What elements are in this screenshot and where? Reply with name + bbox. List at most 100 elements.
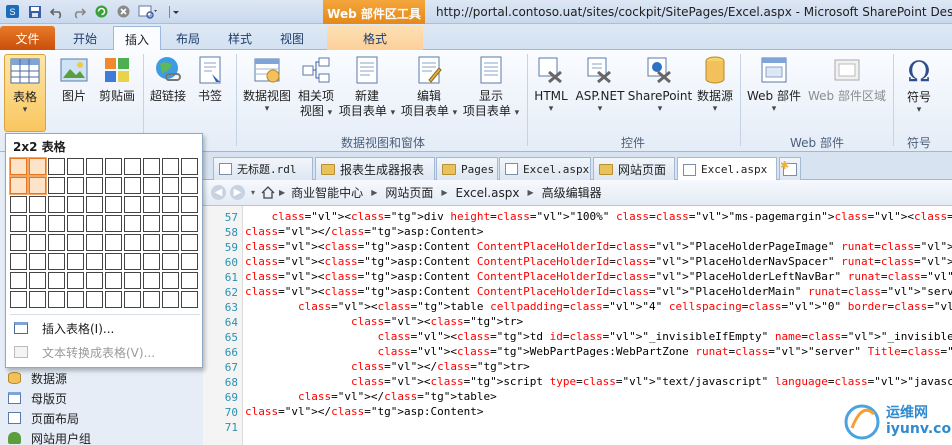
- table-grid-cell[interactable]: [86, 196, 103, 213]
- refresh-icon[interactable]: [93, 3, 110, 20]
- table-grid-cell[interactable]: [67, 215, 84, 232]
- table-grid-cell[interactable]: [48, 196, 65, 213]
- table-grid-cell[interactable]: [10, 196, 27, 213]
- table-grid-cell[interactable]: [86, 177, 103, 194]
- table-grid-cell[interactable]: [105, 272, 122, 289]
- tab-style[interactable]: 样式: [217, 26, 263, 50]
- table-grid-cell[interactable]: [143, 177, 160, 194]
- table-grid-cell[interactable]: [29, 196, 46, 213]
- web-part-button[interactable]: Web 部件 ▾: [744, 54, 804, 132]
- table-grid-cell[interactable]: [181, 215, 198, 232]
- convert-text-to-table-menu-item[interactable]: 文本转换成表格(V)...: [10, 341, 200, 363]
- app-icon[interactable]: S: [4, 3, 21, 20]
- preview-browser-icon[interactable]: [137, 3, 161, 20]
- table-grid-cell[interactable]: [9, 176, 28, 195]
- breadcrumb-item[interactable]: 商业智能中心: [291, 184, 363, 201]
- table-grid-cell[interactable]: [48, 158, 65, 175]
- nav-item-data-sources[interactable]: 数据源: [0, 368, 203, 388]
- table-grid-cell[interactable]: [181, 253, 198, 270]
- tab-insert[interactable]: 插入: [113, 26, 161, 51]
- table-button[interactable]: 表格 ▾: [4, 54, 46, 132]
- table-grid-cell[interactable]: [10, 291, 27, 308]
- breadcrumb-item[interactable]: Excel.aspx: [456, 186, 520, 200]
- table-grid-cell[interactable]: [162, 215, 179, 232]
- table-grid-cell[interactable]: [162, 234, 179, 251]
- table-grid-cell[interactable]: [143, 272, 160, 289]
- table-grid-cell[interactable]: [86, 272, 103, 289]
- table-grid-cell[interactable]: [181, 272, 198, 289]
- table-grid-cell[interactable]: [143, 215, 160, 232]
- insert-table-menu-item[interactable]: 插入表格(I)...: [10, 317, 200, 339]
- doc-tab-report-builder[interactable]: 报表生成器报表: [315, 157, 435, 180]
- breadcrumb-item[interactable]: 网站页面: [385, 184, 433, 201]
- table-grid-cell[interactable]: [67, 272, 84, 289]
- edit-item-form-button[interactable]: 编辑 项目表单 ▾: [398, 54, 460, 132]
- table-grid-cell[interactable]: [162, 291, 179, 308]
- table-grid-cell[interactable]: [143, 196, 160, 213]
- table-grid-cell[interactable]: [105, 253, 122, 270]
- symbol-button[interactable]: Ω 符号 ▾: [898, 54, 940, 132]
- breadcrumb-item[interactable]: 高级编辑器: [542, 184, 602, 201]
- table-grid-cell[interactable]: [181, 177, 198, 194]
- doc-tab-excel-aspx-active[interactable]: Excel.aspx: [677, 157, 777, 181]
- table-grid-cell[interactable]: [67, 177, 84, 194]
- tab-file[interactable]: 文件: [0, 26, 55, 50]
- table-grid-cell[interactable]: [143, 291, 160, 308]
- table-grid-cell[interactable]: [67, 253, 84, 270]
- table-grid-cell[interactable]: [105, 291, 122, 308]
- nav-item-site-groups[interactable]: 网站用户组: [0, 428, 203, 445]
- clipart-button[interactable]: 剪贴画: [96, 54, 138, 132]
- table-grid-cell[interactable]: [67, 234, 84, 251]
- table-grid-cell[interactable]: [48, 291, 65, 308]
- tab-home[interactable]: 开始: [60, 26, 110, 50]
- table-grid-cell[interactable]: [9, 157, 28, 176]
- nav-item-master-pages[interactable]: 母版页: [0, 388, 203, 408]
- back-icon[interactable]: ◀: [211, 185, 226, 200]
- table-grid-cell[interactable]: [124, 177, 141, 194]
- doc-tab-excel-aspx-1[interactable]: Excel.aspx: [499, 157, 591, 180]
- new-tab-button[interactable]: ✱: [779, 157, 801, 180]
- table-grid-cell[interactable]: [10, 272, 27, 289]
- data-view-button[interactable]: 数据视图 ▾: [240, 54, 294, 132]
- related-item-view-button[interactable]: 相关项 视图 ▾: [294, 54, 338, 132]
- table-grid-cell[interactable]: [143, 253, 160, 270]
- table-grid-cell[interactable]: [29, 272, 46, 289]
- table-grid-cell[interactable]: [105, 158, 122, 175]
- table-grid-cell[interactable]: [143, 234, 160, 251]
- display-item-form-button[interactable]: 显示 项目表单 ▾: [460, 54, 522, 132]
- table-grid-cell[interactable]: [105, 234, 122, 251]
- new-item-form-button[interactable]: 新建 项目表单 ▾: [336, 54, 398, 132]
- table-grid-cell[interactable]: [162, 253, 179, 270]
- table-grid-cell[interactable]: [105, 215, 122, 232]
- table-grid-cell[interactable]: [29, 215, 46, 232]
- table-grid-cell[interactable]: [181, 291, 198, 308]
- table-grid-cell[interactable]: [162, 272, 179, 289]
- table-grid-cell[interactable]: [29, 253, 46, 270]
- redo-icon[interactable]: [70, 3, 87, 20]
- table-grid-cell[interactable]: [67, 158, 84, 175]
- html-controls-button[interactable]: HTML ▾: [530, 54, 572, 132]
- aspnet-controls-button[interactable]: ASP.NET ▾: [574, 54, 626, 132]
- table-grid-cell[interactable]: [143, 158, 160, 175]
- table-grid-cell[interactable]: [86, 234, 103, 251]
- table-grid-cell[interactable]: [86, 253, 103, 270]
- table-grid-cell[interactable]: [48, 215, 65, 232]
- chevron-down-icon[interactable]: ▾: [251, 188, 255, 197]
- table-grid-cell[interactable]: [86, 215, 103, 232]
- table-grid-cell[interactable]: [124, 196, 141, 213]
- sharepoint-controls-button[interactable]: SharePoint ▾: [628, 54, 692, 132]
- table-grid-cell[interactable]: [124, 158, 141, 175]
- table-grid-cell[interactable]: [48, 177, 65, 194]
- table-grid-cell[interactable]: [162, 158, 179, 175]
- table-grid-cell[interactable]: [86, 291, 103, 308]
- table-grid-cell[interactable]: [124, 253, 141, 270]
- table-grid-cell[interactable]: [10, 253, 27, 270]
- table-grid-cell[interactable]: [86, 158, 103, 175]
- table-grid-cell[interactable]: [181, 196, 198, 213]
- table-grid-cell[interactable]: [28, 157, 47, 176]
- table-grid-cell[interactable]: [105, 196, 122, 213]
- table-grid-cell[interactable]: [67, 196, 84, 213]
- table-grid-cell[interactable]: [48, 272, 65, 289]
- table-grid-cell[interactable]: [124, 215, 141, 232]
- table-grid-cell[interactable]: [162, 177, 179, 194]
